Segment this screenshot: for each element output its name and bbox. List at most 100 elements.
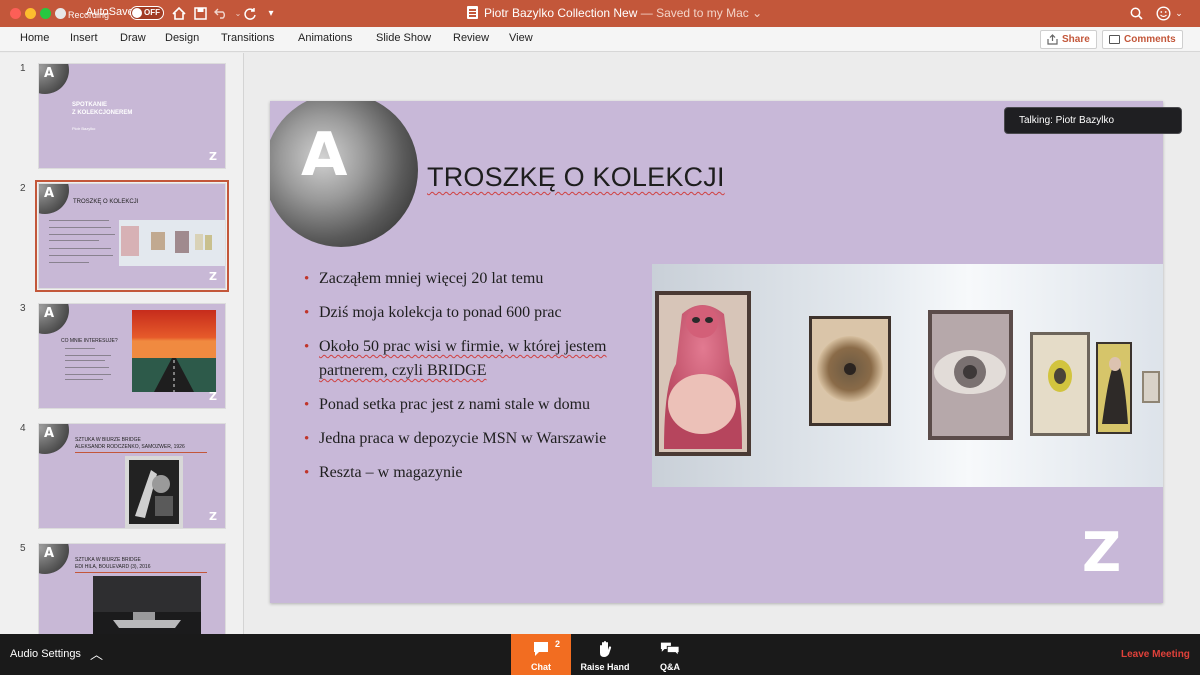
raise-hand-label: Raise Hand (580, 662, 630, 672)
toggle-knob (132, 8, 142, 18)
logo-letter: A (44, 546, 55, 561)
autosave-label: AutoSave (86, 6, 134, 18)
brand-z-icon: Z (209, 510, 217, 523)
slide-thumbnail-5[interactable]: A SZTUKA W BIURZE BRIDGE EDI HILA, BOULE… (38, 543, 226, 634)
title-underline (75, 452, 207, 453)
logo-letter: A (301, 120, 348, 190)
thumb-title: CO MNIE INTERESUJE? (61, 338, 118, 344)
search-icon[interactable] (1127, 4, 1145, 22)
save-icon[interactable] (191, 4, 209, 22)
thumb-road-painting (132, 310, 216, 392)
thumb-title-line1: SPOTKANIE (72, 102, 108, 108)
window-titlebar: Recording AutoSave OFF ⌄ ▾ Piotr Bazylko… (0, 0, 1200, 27)
customize-toolbar-icon[interactable]: ▾ (262, 4, 280, 22)
audio-settings-button[interactable]: Audio Settings (10, 648, 81, 660)
comments-label: Comments (1124, 34, 1176, 45)
comment-icon (1109, 35, 1120, 44)
raise-hand-icon (595, 639, 615, 659)
raise-hand-button[interactable]: Raise Hand (575, 634, 635, 675)
audio-settings-chevron-icon[interactable]: ︿ (90, 644, 103, 663)
slide-thumbnail-4[interactable]: A SZTUKA W BIURZE BRIDGE ALEKSANDR RODCZ… (38, 423, 226, 529)
brand-z-icon: Z (209, 270, 217, 283)
bullet-item[interactable]: Ponad setka prac jest z nami stale w dom… (304, 393, 654, 417)
bullet-item[interactable]: Jedna praca w depozycie MSN w Warszawie (304, 427, 654, 451)
logo-letter: A (44, 426, 55, 441)
thumb-photo-ship (93, 576, 201, 634)
brand-z-icon: Z (1082, 521, 1122, 584)
chat-icon (531, 639, 551, 659)
share-icon (1047, 34, 1058, 45)
bullet-item[interactable]: Zacząłem mniej więcej 20 lat temu (304, 267, 654, 291)
slide-canvas[interactable]: A TROSZKĘ O KOLEKCJI Zacząłem mniej więc… (270, 101, 1163, 603)
redo-icon[interactable] (241, 4, 259, 22)
feedback-dropdown-icon[interactable]: ⌄ (1170, 4, 1188, 22)
undo-icon[interactable] (212, 4, 230, 22)
home-icon[interactable] (170, 4, 188, 22)
save-status: — Saved to my Mac (637, 6, 749, 20)
zoom-window-button[interactable] (40, 8, 51, 19)
title-chevron-icon[interactable]: ⌄ (749, 6, 762, 20)
tab-slide-show[interactable]: Slide Show (376, 32, 431, 44)
logo-letter: A (44, 306, 55, 321)
thumb-subtitle: Piotr Bazylko (72, 126, 96, 131)
tab-transitions[interactable]: Transitions (221, 32, 274, 44)
tab-home[interactable]: Home (20, 32, 49, 44)
share-label: Share (1062, 34, 1090, 45)
thumbnail-number: 3 (20, 303, 26, 314)
thumbnail-number: 4 (20, 423, 26, 434)
bullet-item[interactable]: Dziś moja kolekcja to ponad 600 prac (304, 301, 654, 325)
tab-review[interactable]: Review (453, 32, 489, 44)
chat-label: Chat (531, 662, 551, 672)
meeting-controls-bar: Audio Settings ︿ Chat 2 Raise Hand Q&A L… (0, 634, 1200, 675)
bullet-list[interactable]: Zacząłem mniej więcej 20 lat temu Dziś m… (304, 267, 654, 495)
thumb-title-line1: SZTUKA W BIURZE BRIDGE (75, 557, 141, 563)
autosave-toggle[interactable]: OFF (130, 6, 164, 20)
thumb-title: TROSZKĘ O KOLEKCJI (73, 199, 139, 205)
autosave-state: OFF (144, 8, 160, 17)
thumbnail-number: 1 (20, 63, 26, 74)
document-name: Piotr Bazylko Collection New (484, 6, 638, 20)
tab-animations[interactable]: Animations (298, 32, 352, 44)
title-underline (75, 572, 207, 573)
bullet-item[interactable]: Około 50 prac wisi w firmie, w której je… (304, 335, 654, 383)
tab-design[interactable]: Design (165, 32, 199, 44)
comments-button[interactable]: Comments (1102, 30, 1183, 49)
share-button[interactable]: Share (1040, 30, 1097, 49)
thumb-title-line1: SZTUKA W BIURZE BRIDGE (75, 437, 141, 443)
tab-insert[interactable]: Insert (70, 32, 98, 44)
brand-z-icon: Z (209, 390, 217, 403)
thumbnail-number: 5 (20, 543, 26, 554)
slide-thumbnail-panel: 1 A SPOTKANIE Z KOLEKCJONEREM Piotr Bazy… (0, 53, 244, 634)
leave-meeting-button[interactable]: Leave Meeting (1121, 649, 1190, 660)
qa-icon (660, 639, 680, 659)
tab-view[interactable]: View (509, 32, 533, 44)
talking-indicator: Talking: Piotr Bazylko (1004, 107, 1182, 134)
close-window-button[interactable] (10, 8, 21, 19)
slide-thumbnail-1[interactable]: A SPOTKANIE Z KOLEKCJONEREM Piotr Bazylk… (38, 63, 226, 169)
bullet-item[interactable]: Reszta – w magazynie (304, 461, 654, 485)
chat-unread-badge: 2 (555, 639, 561, 649)
document-icon (467, 6, 478, 19)
document-title: Piotr Bazylko Collection New — Saved to … (467, 6, 762, 20)
slide-thumbnail-3[interactable]: A CO MNIE INTERESUJE? Z (38, 303, 226, 409)
chat-button[interactable]: Chat (511, 634, 571, 675)
slide-thumbnail-2[interactable]: A TROSZKĘ O KOLEKCJI Z (35, 180, 229, 292)
thumb-photo-bw (125, 456, 183, 528)
brand-z-icon: Z (209, 150, 217, 163)
logo-letter: A (44, 186, 55, 201)
slide-title[interactable]: TROSZKĘ O KOLEKCJI (427, 162, 725, 193)
ribbon-tabs: Home Insert Draw Design Transitions Anim… (0, 27, 1200, 52)
tab-draw[interactable]: Draw (120, 32, 146, 44)
gallery-wall-illustration (655, 291, 1160, 456)
qa-button[interactable]: Q&A (640, 634, 700, 675)
thumbnail-number: 2 (20, 183, 26, 194)
thumb-title-line2: Z KOLEKCJONEREM (72, 110, 133, 116)
recording-icon (55, 8, 66, 19)
minimize-window-button[interactable] (25, 8, 36, 19)
logo-letter: A (44, 66, 55, 81)
thumb-gallery-photo (119, 220, 225, 266)
thumb-title-line2: EDI HILA, BOULEVARD (3), 2016 (75, 564, 151, 570)
qa-label: Q&A (660, 662, 680, 672)
thumb-title-line2: ALEKSANDR RODCZENKO, SAMOZWER, 1926 (75, 444, 185, 450)
gallery-photo[interactable] (652, 264, 1163, 487)
